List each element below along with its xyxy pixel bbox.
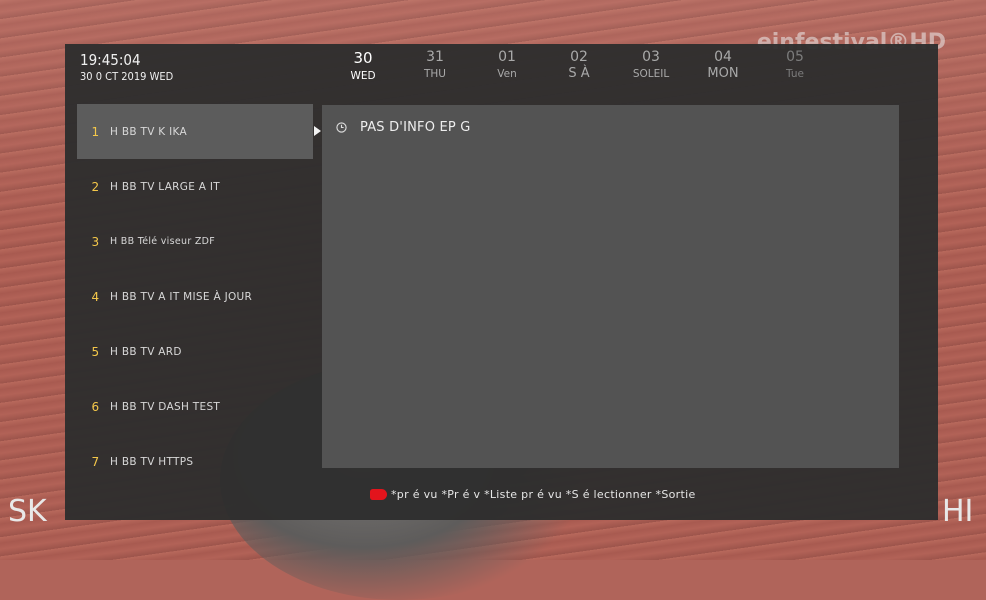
day-number: 30 [353,49,373,67]
channel-item-6[interactable]: 6 H BB TV DASH TEST [77,379,313,434]
day-tab[interactable]: 30 WED [327,49,399,82]
background-ticker-left: SK [8,494,47,529]
day-of-week: MON [707,66,739,81]
channel-item-3[interactable]: 3 H BB Télé viseur ZDF [77,214,313,269]
day-number: 31 [426,49,444,65]
channel-item-4[interactable]: 4 H BB TV A IT MISE À JOUR [77,269,313,324]
footer-legend: *pr é vu *Pr é v *Liste pr é vu *S é lec… [370,488,696,501]
channel-item-7[interactable]: 7 H BB TV HTTPS [77,434,313,489]
day-number: 01 [498,49,516,65]
day-tab[interactable]: 01 Ven [471,49,543,82]
channel-number: 5 [91,344,100,359]
channel-number: 4 [91,289,100,304]
day-tab[interactable]: 04 MON [687,49,759,82]
channel-item-1[interactable]: 1 H BB TV K IKA [77,104,313,159]
background-ticker-right: HI [942,494,974,529]
channel-number: 6 [91,399,100,414]
channel-label: H BB TV A IT MISE À JOUR [110,290,253,303]
channel-label: H BB TV HTTPS [110,455,194,468]
day-number: 05 [786,49,804,65]
channel-label: H BB Télé viseur ZDF [110,236,216,247]
day-tab[interactable]: 02 S À [543,49,615,82]
current-time: 19:45:04 [80,51,141,69]
day-selector: 30 WED 31 THU 01 Ven 02 S À 03 SOLEIL 04… [327,49,831,82]
footer-help-text: *pr é vu *Pr é v *Liste pr é vu *S é lec… [391,488,696,501]
day-of-week: SOLEIL [632,68,670,80]
day-of-week: WED [350,70,376,82]
clock: 19:45:04 30 0 CT 2019 WED [80,51,173,83]
channel-list: 1 H BB TV K IKA 2 H BB TV LARGE A IT 3 H… [77,104,313,489]
day-of-week: THU [424,68,446,80]
epg-message: PAS D'INFO EP G [360,120,471,135]
channel-label: H BB TV LARGE A IT [110,180,221,193]
channel-number: 7 [91,454,100,469]
channel-item-2[interactable]: 2 H BB TV LARGE A IT [77,159,313,214]
day-of-week: S À [568,66,590,81]
channel-label: H BB TV K IKA [110,125,188,138]
day-of-week: Ven [497,68,517,80]
day-number: 04 [714,49,732,65]
channel-item-5[interactable]: 5 H BB TV ARD [77,324,313,379]
day-number: 02 [570,49,588,65]
epg-entry: PAS D'INFO EP G [336,120,471,135]
clock-icon [336,122,347,133]
epg-info-pane: PAS D'INFO EP G [322,105,899,468]
selection-arrow-icon [314,126,321,136]
channel-number: 3 [91,234,100,249]
day-tab[interactable]: 03 SOLEIL [615,49,687,82]
epg-panel: 19:45:04 30 0 CT 2019 WED 30 WED 31 THU … [65,44,938,520]
day-number: 03 [642,49,660,65]
day-tab[interactable]: 31 THU [399,49,471,82]
channel-number: 1 [91,124,100,139]
channel-label: H BB TV ARD [110,345,182,358]
channel-number: 2 [91,179,100,194]
day-tab[interactable]: 05 Tue [759,49,831,82]
current-date: 30 0 CT 2019 WED [80,70,174,83]
channel-label: H BB TV DASH TEST [110,400,221,413]
day-of-week: Tue [786,68,804,80]
red-key-icon [370,489,387,500]
